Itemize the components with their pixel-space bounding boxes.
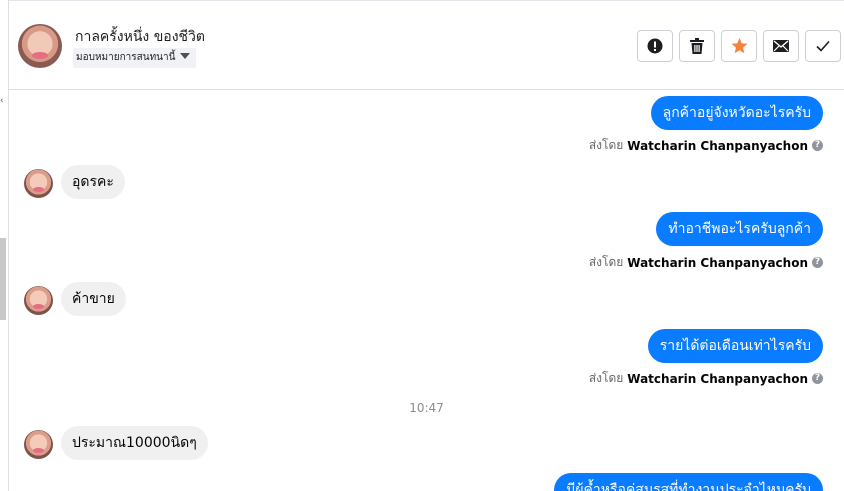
sender-name: Watcharin Chanpanyachon xyxy=(627,371,808,386)
collapse-caret-icon[interactable]: ‹ xyxy=(0,96,4,106)
assign-conversation-label: มอบหมายการสนทนานี้ xyxy=(76,52,176,63)
caret-down-icon xyxy=(180,53,191,59)
sent-by-info: ส่งโดย Watcharin Chanpanyachon ? xyxy=(589,136,823,155)
help-icon[interactable]: ? xyxy=(812,140,823,151)
conversation-header: กาลครั้งหนึ่ง ของชีวิต มอบหมายการสนทนานี… xyxy=(9,1,844,90)
message-timestamp: 10:47 xyxy=(409,401,444,415)
scrollbar-thumb[interactable] xyxy=(0,238,6,320)
sent-by-prefix: ส่งโดย xyxy=(588,255,624,269)
sent-by-info: ส่งโดย Watcharin Chanpanyachon ? xyxy=(589,253,823,272)
contact-name[interactable]: กาลครั้งหนึ่ง ของชีวิต xyxy=(75,26,205,48)
assign-conversation-dropdown[interactable]: มอบหมายการสนทนานี้ xyxy=(73,48,197,68)
left-panel-edge: ‹ xyxy=(0,0,9,491)
delete-button[interactable] xyxy=(679,30,715,62)
checkmark-icon xyxy=(816,40,830,52)
mark-spam-button[interactable] xyxy=(637,30,673,62)
sender-avatar xyxy=(24,169,53,198)
mark-unread-button[interactable] xyxy=(763,30,799,62)
outgoing-message[interactable]: มีผู้ค้ำหรือคู่สมรสที่ทำงานประจำไหมครับ xyxy=(554,473,823,491)
mark-done-button[interactable] xyxy=(805,30,841,62)
sender-name: Watcharin Chanpanyachon xyxy=(627,255,808,270)
star-icon xyxy=(731,38,747,54)
incoming-message[interactable]: ประมาณ10000นิดๆ xyxy=(61,426,208,460)
trash-icon xyxy=(690,38,704,54)
star-button[interactable] xyxy=(721,30,757,62)
contact-avatar[interactable] xyxy=(18,24,62,68)
help-icon[interactable]: ? xyxy=(812,257,823,268)
sent-by-info: ส่งโดย Watcharin Chanpanyachon ? xyxy=(589,369,823,388)
outgoing-message[interactable]: ลูกค้าอยู่จังหวัดอะไรครับ xyxy=(650,96,823,130)
incoming-message[interactable]: อุดรคะ xyxy=(61,165,125,199)
outgoing-message[interactable]: ทำอาชีพอะไรครับลูกค้า xyxy=(656,212,823,246)
sent-by-prefix: ส่งโดย xyxy=(588,138,624,152)
exclamation-circle-icon xyxy=(647,38,663,54)
sender-avatar xyxy=(24,286,53,315)
help-icon[interactable]: ? xyxy=(812,373,823,384)
incoming-message[interactable]: ค้าขาย xyxy=(61,282,126,316)
sender-name: Watcharin Chanpanyachon xyxy=(627,138,808,153)
sender-avatar xyxy=(24,430,53,459)
message-thread: ลูกค้าอยู่จังหวัดอะไรครับ ส่งโดย Watchar… xyxy=(9,90,844,491)
envelope-icon xyxy=(773,40,789,52)
conversation-actions xyxy=(637,30,841,62)
sent-by-prefix: ส่งโดย xyxy=(588,371,624,385)
outgoing-message[interactable]: รายได้ต่อเดือนเท่าไรครับ xyxy=(647,329,823,363)
